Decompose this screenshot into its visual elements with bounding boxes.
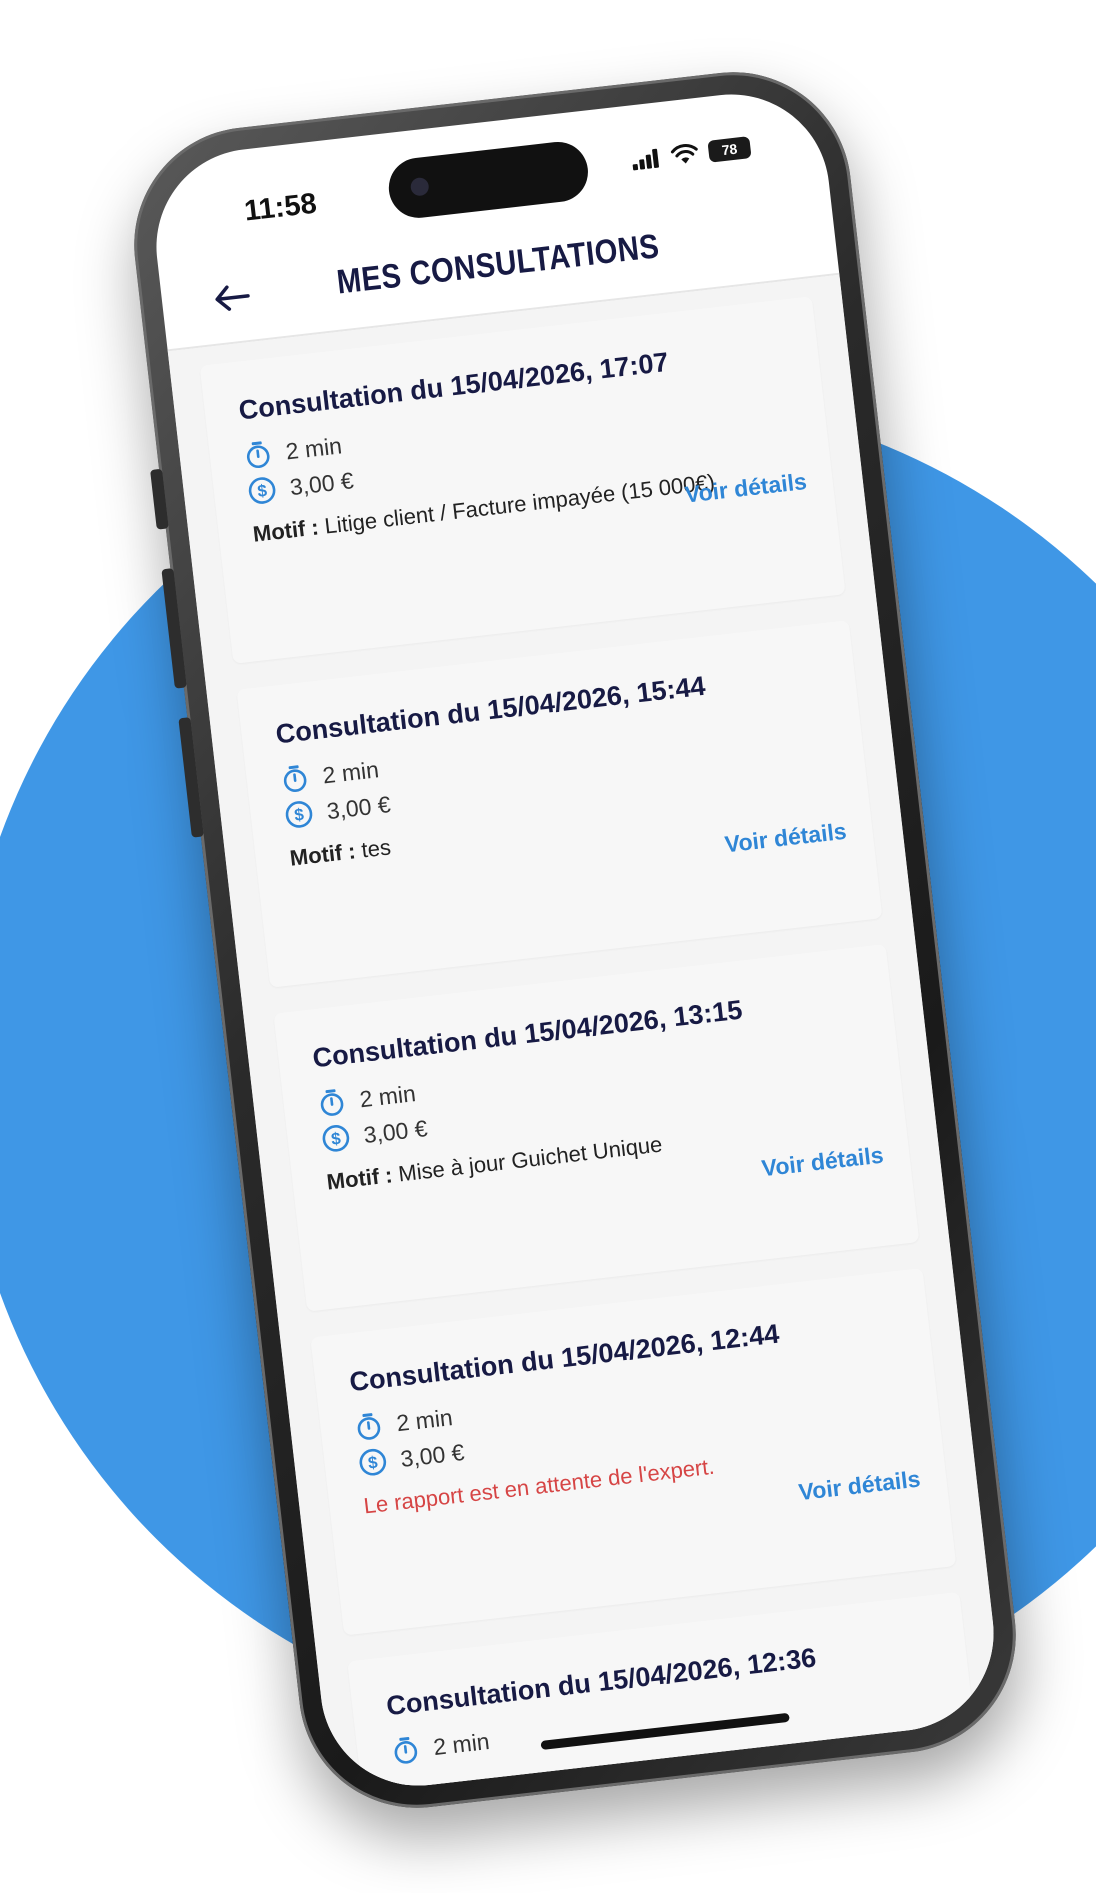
duration-value: 2 min: [395, 1403, 454, 1436]
view-details-link[interactable]: Voir détails: [797, 1465, 922, 1506]
stopwatch-icon: [283, 765, 307, 792]
consultation-card[interactable]: Consultation du 15/04/2026, 17:07 2 min …: [199, 296, 846, 664]
dollar-coin-icon: $: [285, 801, 313, 828]
marketing-stage: 11:58 78 MES CONSULTATIONS Consultation …: [0, 0, 1096, 1893]
dollar-coin-icon: $: [359, 1448, 387, 1476]
svg-text:$: $: [256, 481, 268, 501]
duration-value: 2 min: [284, 431, 344, 465]
price-value: 3,00 €: [399, 1438, 466, 1472]
svg-text:$: $: [367, 1453, 379, 1473]
price-value: 3,00 €: [288, 466, 355, 500]
duration-value: 2 min: [321, 755, 381, 788]
consultation-card[interactable]: Consultation du 15/04/2026, 12:44 2 min …: [310, 1267, 957, 1636]
stopwatch-icon: [357, 1413, 381, 1440]
wifi-icon: [670, 144, 698, 164]
stopwatch-icon: [394, 1737, 418, 1764]
motif-label: Motif :: [288, 838, 357, 871]
battery-indicator: 78: [707, 136, 752, 163]
price-value: 3,00 €: [362, 1114, 429, 1148]
stopwatch-icon: [246, 441, 270, 469]
motif-label: Motif :: [325, 1162, 394, 1195]
motif-label: Motif :: [251, 514, 320, 547]
duration-value: 2 min: [431, 1727, 491, 1760]
svg-text:$: $: [330, 1129, 342, 1149]
dollar-coin-icon: $: [322, 1125, 350, 1152]
dynamic-island: [385, 138, 592, 222]
camera-icon: [409, 176, 430, 197]
svg-text:$: $: [293, 805, 305, 825]
consultation-card[interactable]: Consultation du 15/04/2026, 15:44 2 min …: [236, 619, 883, 988]
stopwatch-icon: [320, 1089, 344, 1116]
dollar-coin-icon: $: [248, 477, 276, 504]
status-indicators: 78: [630, 136, 752, 171]
consultation-card[interactable]: Consultation du 15/04/2026, 13:15 2 min …: [273, 943, 920, 1312]
view-details-link[interactable]: Voir détails: [723, 818, 848, 859]
status-time: 11:58: [242, 187, 319, 228]
signal-icon: [632, 148, 659, 171]
price-value: 3,00 €: [325, 790, 392, 824]
duration-value: 2 min: [358, 1079, 417, 1112]
motif-value: tes: [360, 834, 393, 863]
view-details-link[interactable]: Voir détails: [760, 1142, 885, 1183]
